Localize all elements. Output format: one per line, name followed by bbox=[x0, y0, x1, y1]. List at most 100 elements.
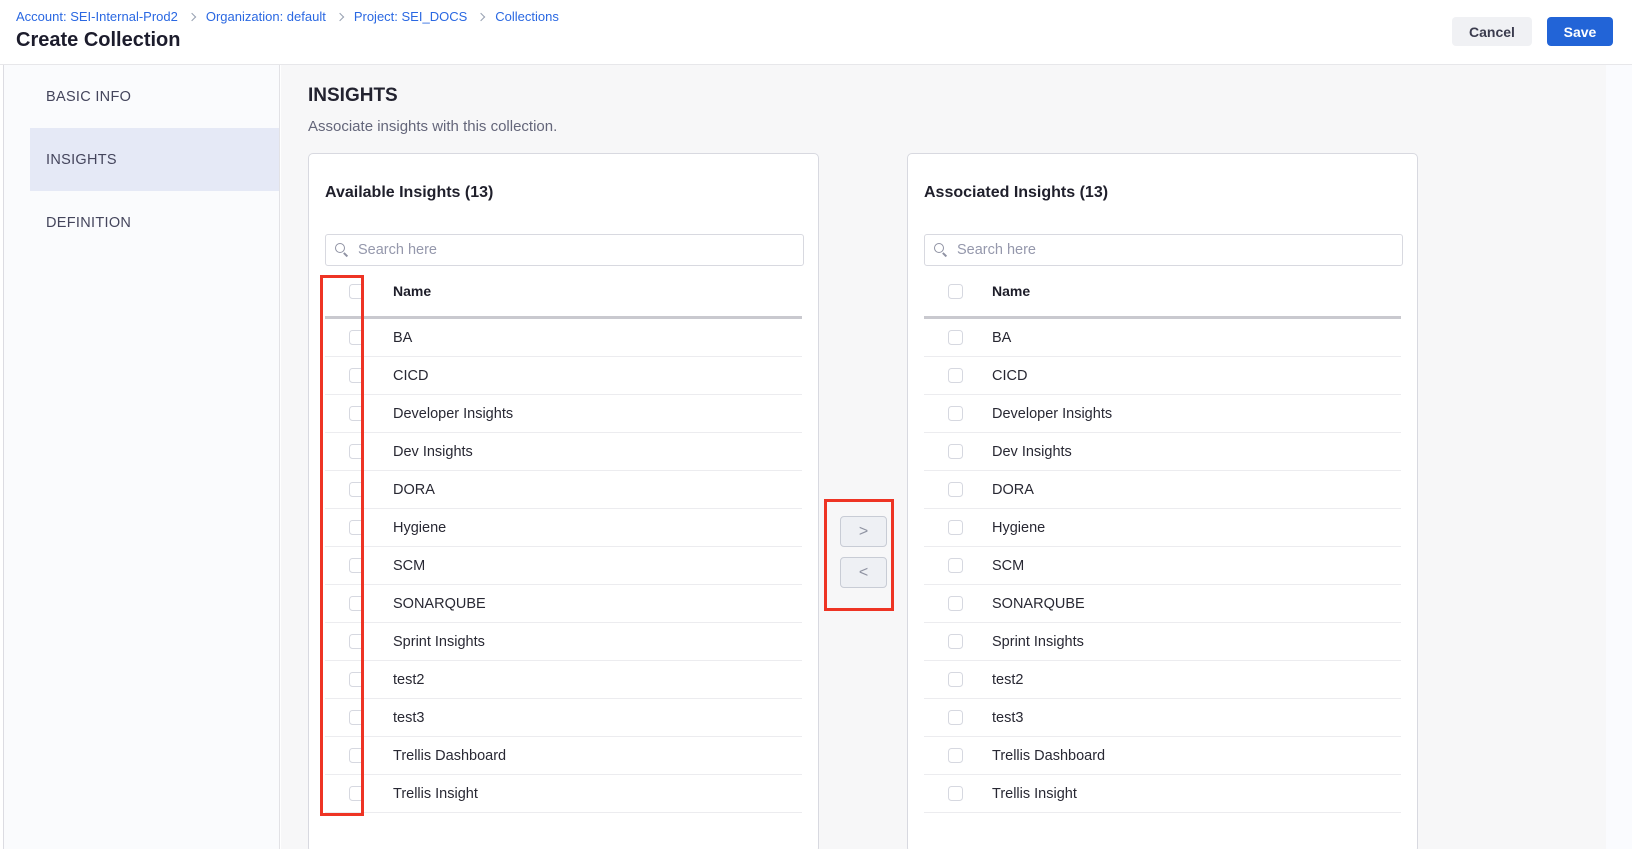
row-checkbox[interactable] bbox=[948, 330, 963, 345]
sidebar-item-definition[interactable]: DEFINITION bbox=[30, 191, 279, 254]
row-checkbox[interactable] bbox=[948, 520, 963, 535]
insight-name: BA bbox=[393, 330, 412, 346]
panel-title: Available Insights (13) bbox=[325, 184, 493, 202]
row-checkbox[interactable] bbox=[948, 748, 963, 763]
insight-row[interactable]: Sprint Insights bbox=[325, 623, 802, 661]
insight-row[interactable]: CICD bbox=[325, 357, 802, 395]
search-input[interactable] bbox=[325, 234, 804, 266]
row-checkbox[interactable] bbox=[349, 672, 364, 687]
breadcrumb: Account: SEI-Internal-Prod2 Organization… bbox=[16, 9, 559, 24]
insight-row[interactable]: Trellis Dashboard bbox=[924, 737, 1401, 775]
insight-row[interactable]: Developer Insights bbox=[325, 395, 802, 433]
table-header-row: Name bbox=[325, 266, 802, 316]
insight-row[interactable]: Trellis Insight bbox=[325, 775, 802, 813]
page-title: Create Collection bbox=[16, 29, 180, 52]
row-checkbox[interactable] bbox=[948, 444, 963, 459]
row-checkbox[interactable] bbox=[948, 368, 963, 383]
row-checkbox[interactable] bbox=[948, 558, 963, 573]
row-checkbox[interactable] bbox=[349, 444, 364, 459]
insights-panel-available: Available Insights (13) Name BA CICD Dev… bbox=[308, 153, 819, 849]
insight-row[interactable]: SONARQUBE bbox=[924, 585, 1401, 623]
insight-name: SCM bbox=[992, 558, 1024, 574]
insight-row[interactable]: Trellis Insight bbox=[924, 775, 1401, 813]
main-content: INSIGHTS Associate insights with this co… bbox=[281, 65, 1632, 849]
insight-row[interactable]: Hygiene bbox=[325, 509, 802, 547]
row-checkbox[interactable] bbox=[349, 786, 364, 801]
sidebar-item-basic-info[interactable]: BASIC INFO bbox=[30, 65, 279, 128]
row-checkbox[interactable] bbox=[349, 634, 364, 649]
insight-name: Dev Insights bbox=[992, 444, 1072, 460]
row-checkbox[interactable] bbox=[948, 786, 963, 801]
section-subheading: Associate insights with this collection. bbox=[308, 118, 557, 135]
insight-row[interactable]: Trellis Dashboard bbox=[325, 737, 802, 775]
insight-row[interactable]: BA bbox=[924, 319, 1401, 357]
row-checkbox[interactable] bbox=[948, 406, 963, 421]
breadcrumb-organization-link[interactable]: Organization: default bbox=[206, 9, 326, 24]
insight-row[interactable]: test2 bbox=[325, 661, 802, 699]
name-column-header: Name bbox=[393, 283, 431, 299]
insight-row[interactable]: test2 bbox=[924, 661, 1401, 699]
insight-name: Developer Insights bbox=[393, 406, 513, 422]
insight-name: Developer Insights bbox=[992, 406, 1112, 422]
breadcrumb-collections-link[interactable]: Collections bbox=[495, 9, 559, 24]
row-checkbox[interactable] bbox=[948, 672, 963, 687]
insight-row[interactable]: Dev Insights bbox=[924, 433, 1401, 471]
row-checkbox[interactable] bbox=[349, 330, 364, 345]
insight-name: test3 bbox=[393, 710, 424, 726]
row-checkbox[interactable] bbox=[948, 634, 963, 649]
insight-row[interactable]: SONARQUBE bbox=[325, 585, 802, 623]
insight-name: Trellis Dashboard bbox=[992, 748, 1105, 764]
insight-row[interactable]: test3 bbox=[924, 699, 1401, 737]
row-checkbox[interactable] bbox=[948, 596, 963, 611]
panel-search bbox=[325, 234, 804, 266]
breadcrumb-project-link[interactable]: Project: SEI_DOCS bbox=[354, 9, 467, 24]
insights-panel-associated: Associated Insights (13) Name BA CICD De… bbox=[907, 153, 1418, 849]
insight-row[interactable]: DORA bbox=[325, 471, 802, 509]
insight-row[interactable]: test3 bbox=[325, 699, 802, 737]
row-checkbox[interactable] bbox=[349, 482, 364, 497]
select-all-checkbox[interactable] bbox=[349, 284, 364, 299]
insight-row[interactable]: Developer Insights bbox=[924, 395, 1401, 433]
insight-row[interactable]: Dev Insights bbox=[325, 433, 802, 471]
insight-row[interactable]: SCM bbox=[325, 547, 802, 585]
row-checkbox[interactable] bbox=[349, 406, 364, 421]
create-collection-page: Account: SEI-Internal-Prod2 Organization… bbox=[0, 0, 1632, 849]
insight-name: Hygiene bbox=[393, 520, 446, 536]
row-checkbox[interactable] bbox=[349, 748, 364, 763]
cancel-button[interactable]: Cancel bbox=[1452, 17, 1532, 46]
insight-name: Hygiene bbox=[992, 520, 1045, 536]
insight-row[interactable]: BA bbox=[325, 319, 802, 357]
breadcrumb-account-link[interactable]: Account: SEI-Internal-Prod2 bbox=[16, 9, 178, 24]
insight-row[interactable]: SCM bbox=[924, 547, 1401, 585]
chevron-right-icon bbox=[188, 12, 196, 20]
insight-name: Trellis Dashboard bbox=[393, 748, 506, 764]
row-checkbox[interactable] bbox=[349, 558, 364, 573]
sidebar: BASIC INFO INSIGHTS DEFINITION bbox=[3, 65, 280, 849]
insight-row[interactable]: Sprint Insights bbox=[924, 623, 1401, 661]
sidebar-item-insights[interactable]: INSIGHTS bbox=[30, 128, 279, 191]
chevron-right-icon bbox=[336, 12, 344, 20]
page-right-gutter bbox=[1606, 65, 1632, 849]
insight-name: Trellis Insight bbox=[393, 786, 478, 802]
search-input[interactable] bbox=[924, 234, 1403, 266]
row-checkbox[interactable] bbox=[349, 368, 364, 383]
insight-name: CICD bbox=[393, 368, 428, 384]
insight-name: SONARQUBE bbox=[992, 596, 1085, 612]
panel-title: Associated Insights (13) bbox=[924, 184, 1108, 202]
move-right-button[interactable]: > bbox=[840, 516, 887, 547]
row-checkbox[interactable] bbox=[349, 710, 364, 725]
insight-row[interactable]: Hygiene bbox=[924, 509, 1401, 547]
insight-name: Sprint Insights bbox=[393, 634, 485, 650]
section-heading: INSIGHTS bbox=[308, 85, 398, 107]
row-checkbox[interactable] bbox=[349, 520, 364, 535]
row-checkbox[interactable] bbox=[948, 482, 963, 497]
transfer-controls: > < bbox=[827, 499, 897, 611]
save-button[interactable]: Save bbox=[1547, 17, 1613, 46]
move-left-button[interactable]: < bbox=[840, 557, 887, 588]
insight-row[interactable]: DORA bbox=[924, 471, 1401, 509]
insight-row[interactable]: CICD bbox=[924, 357, 1401, 395]
insight-name: DORA bbox=[393, 482, 435, 498]
row-checkbox[interactable] bbox=[948, 710, 963, 725]
row-checkbox[interactable] bbox=[349, 596, 364, 611]
select-all-checkbox[interactable] bbox=[948, 284, 963, 299]
